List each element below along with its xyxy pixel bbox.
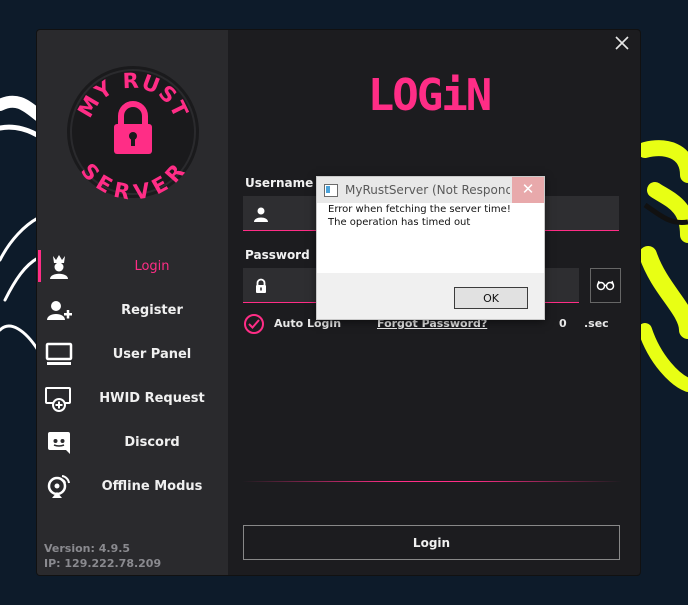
page-title: LOGiN bbox=[368, 70, 492, 118]
timer-unit: .sec bbox=[584, 317, 609, 330]
sidebar: MY RUST SERVER Login Register User Panel… bbox=[37, 30, 228, 575]
sidebar-item-label: User Panel bbox=[112, 346, 192, 362]
ip-text: IP: 129.222.78.209 bbox=[44, 557, 162, 570]
sidebar-item-hwid-request[interactable]: HWID Request bbox=[37, 378, 228, 418]
satellite-dish-icon bbox=[47, 475, 70, 498]
app-window-icon bbox=[324, 184, 338, 197]
sidebar-item-label: Login bbox=[134, 258, 170, 274]
server-logo: MY RUST SERVER bbox=[67, 66, 199, 200]
user-icon bbox=[254, 207, 268, 222]
dialog-message: Error when fetching the server time! The… bbox=[328, 203, 511, 229]
dialog-titlebar[interactable]: MyRustServer (Not Respondi... ✕ bbox=[317, 177, 544, 203]
sidebar-item-user-panel[interactable]: User Panel bbox=[37, 334, 228, 374]
show-password-button[interactable] bbox=[590, 268, 621, 303]
dialog-title: MyRustServer (Not Respondi... bbox=[345, 183, 510, 197]
version-info: Version: 4.9.5 IP: 129.222.78.209 bbox=[44, 541, 161, 571]
close-icon[interactable] bbox=[615, 36, 629, 50]
divider bbox=[242, 481, 622, 482]
login-button[interactable]: Login bbox=[243, 525, 620, 560]
password-label: Password bbox=[245, 248, 310, 262]
monitor-icon bbox=[45, 342, 73, 365]
sidebar-item-label: Register bbox=[121, 302, 183, 318]
version-text: Version: 4.9.5 bbox=[44, 542, 131, 555]
add-user-icon bbox=[47, 301, 72, 320]
auto-login-checkbox[interactable] bbox=[244, 314, 264, 334]
dialog-close-button[interactable]: ✕ bbox=[512, 177, 544, 203]
sidebar-item-discord[interactable]: Discord bbox=[37, 422, 228, 462]
lock-icon bbox=[256, 278, 266, 293]
monitor-add-icon bbox=[45, 387, 71, 412]
discord-icon bbox=[48, 432, 70, 454]
ok-button[interactable]: OK bbox=[454, 287, 528, 309]
close-icon: ✕ bbox=[521, 180, 535, 198]
error-dialog: MyRustServer (Not Respondi... ✕ Error wh… bbox=[316, 176, 545, 320]
glasses-icon bbox=[596, 280, 615, 291]
sidebar-item-register[interactable]: Register bbox=[37, 290, 228, 330]
dialog-message-line: The operation has timed out bbox=[328, 217, 471, 228]
dialog-message-line: Error when fetching the server time! bbox=[328, 204, 511, 215]
username-label: Username bbox=[245, 176, 314, 190]
sidebar-item-login[interactable]: Login bbox=[37, 246, 228, 286]
page-title-text: LOGiN bbox=[368, 70, 490, 118]
sidebar-item-offline-modus[interactable]: Offline Modus bbox=[37, 466, 228, 506]
timer-value: 0 bbox=[559, 317, 567, 330]
sidebar-item-label: Discord bbox=[124, 434, 180, 450]
checkmark-icon bbox=[248, 319, 260, 329]
sidebar-item-label: Offline Modus bbox=[101, 478, 203, 494]
crown-user-icon bbox=[50, 255, 68, 279]
sidebar-item-label: HWID Request bbox=[99, 390, 205, 406]
